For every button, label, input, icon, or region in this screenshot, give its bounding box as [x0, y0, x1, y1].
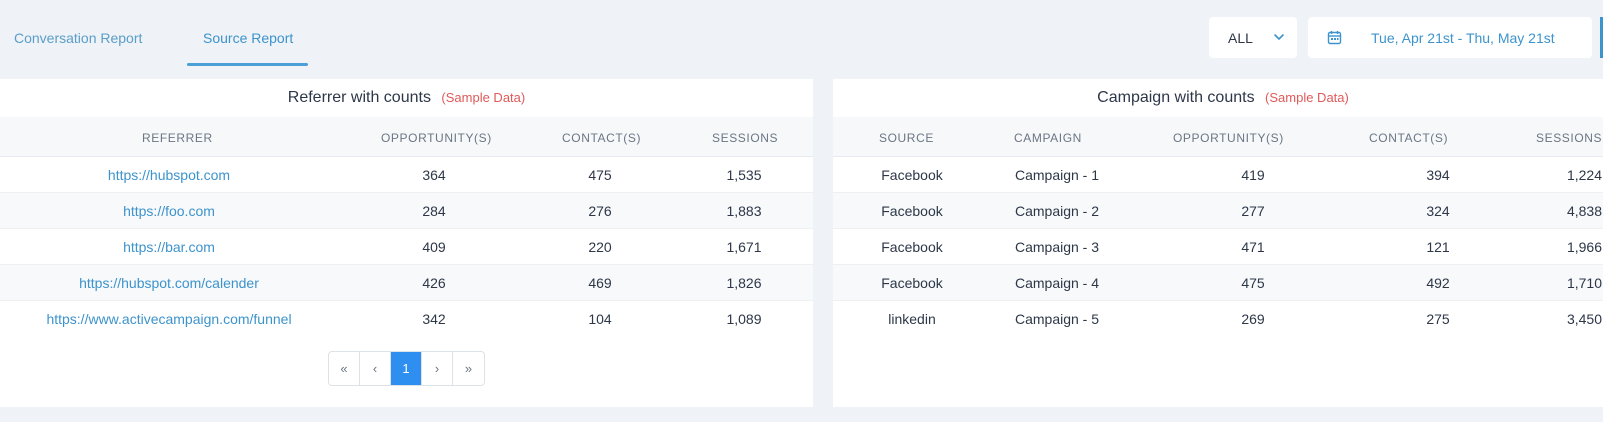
session-count: 1,826: [726, 275, 762, 291]
date-range-text: Tue, Apr 21st - Thu, May 21st: [1371, 30, 1555, 46]
opportunity-count: 475: [1241, 275, 1265, 291]
referrer-panel: Referrer with counts (Sample Data) REFER…: [0, 79, 813, 407]
opportunity-count: 269: [1241, 311, 1265, 327]
source-name: Facebook: [881, 167, 943, 183]
table-row: Facebook Campaign - 3 471 121 1,966: [833, 229, 1603, 265]
referrer-panel-title: Referrer with counts (Sample Data): [0, 89, 813, 107]
contact-count: 394: [1426, 167, 1450, 183]
referrer-link[interactable]: https://www.activecampaign.com/funnel: [0, 311, 338, 327]
source-name: Facebook: [881, 275, 943, 291]
opportunity-count: 284: [422, 203, 446, 219]
source-filter-dropdown[interactable]: ALL: [1209, 17, 1297, 58]
column-header-sessions[interactable]: SESSIONS: [1536, 131, 1602, 145]
table-row: https://foo.com 284 276 1,883: [0, 193, 813, 229]
tab-conversation-report[interactable]: Conversation Report: [14, 30, 142, 46]
referrer-link[interactable]: https://hubspot.com: [0, 167, 338, 183]
referrer-link[interactable]: https://hubspot.com/calender: [0, 275, 338, 291]
table-row: https://bar.com 409 220 1,671: [0, 229, 813, 265]
previous-page-button[interactable]: ‹: [360, 352, 391, 385]
column-header-campaign[interactable]: CAMPAIGN: [1014, 131, 1082, 145]
last-page-button[interactable]: »: [453, 352, 484, 385]
opportunity-count: 471: [1241, 239, 1265, 255]
session-count: 1,883: [726, 203, 762, 219]
table-row: linkedin Campaign - 5 269 275 3,450: [833, 301, 1603, 337]
contact-count: 275: [1426, 311, 1450, 327]
campaign-panel-title: Campaign with counts (Sample Data): [833, 89, 1603, 107]
pagination: « ‹ 1 › »: [328, 351, 485, 386]
session-count: 3,450: [1566, 311, 1602, 327]
source-name: Facebook: [881, 239, 943, 255]
active-tab-indicator: [187, 63, 308, 66]
table-row: https://www.activecampaign.com/funnel 34…: [0, 301, 813, 337]
table-row: Facebook Campaign - 1 419 394 1,224: [833, 157, 1603, 193]
first-page-button[interactable]: «: [329, 352, 360, 385]
opportunity-count: 342: [422, 311, 446, 327]
session-count: 1,089: [726, 311, 762, 327]
session-count: 1,966: [1566, 239, 1602, 255]
contact-count: 324: [1426, 203, 1450, 219]
referrer-link[interactable]: https://bar.com: [0, 239, 338, 255]
contact-count: 276: [588, 203, 612, 219]
opportunity-count: 419: [1241, 167, 1265, 183]
tab-source-report[interactable]: Source Report: [203, 30, 293, 46]
campaign-title-text: Campaign with counts: [1097, 89, 1255, 106]
campaign-name: Campaign - 3: [1014, 239, 1100, 255]
table-row: Facebook Campaign - 2 277 324 4,838: [833, 193, 1603, 229]
sample-data-note: (Sample Data): [441, 90, 526, 105]
column-header-contacts[interactable]: CONTACT(S): [562, 131, 641, 145]
column-header-opportunities[interactable]: OPPORTUNITY(S): [1173, 131, 1284, 145]
contact-count: 475: [588, 167, 612, 183]
campaign-panel: Campaign with counts (Sample Data) SOURC…: [833, 79, 1603, 407]
opportunity-count: 426: [422, 275, 446, 291]
sample-data-note: (Sample Data): [1265, 90, 1349, 105]
calendar-icon: [1327, 30, 1342, 50]
source-name: linkedin: [888, 311, 936, 327]
campaign-name: Campaign - 2: [1014, 203, 1100, 219]
table-row: Facebook Campaign - 4 475 492 1,710: [833, 265, 1603, 301]
session-count: 1,710: [1566, 275, 1602, 291]
source-name: Facebook: [881, 203, 943, 219]
session-count: 1,671: [726, 239, 762, 255]
contact-count: 121: [1426, 239, 1450, 255]
chevron-down-icon: [1272, 30, 1286, 49]
filter-selected-value: ALL: [1228, 29, 1253, 46]
campaign-name: Campaign - 4: [1014, 275, 1100, 291]
report-header: Conversation Report Source Report ALL Tu…: [0, 0, 1603, 78]
table-row: https://hubspot.com/calender 426 469 1,8…: [0, 265, 813, 301]
session-count: 1,224: [1566, 167, 1602, 183]
column-header-source[interactable]: SOURCE: [879, 131, 934, 145]
opportunity-count: 277: [1241, 203, 1265, 219]
table-row: https://hubspot.com 364 475 1,535: [0, 157, 813, 193]
column-header-contacts[interactable]: CONTACT(S): [1369, 131, 1448, 145]
contact-count: 469: [588, 275, 612, 291]
campaign-name: Campaign - 5: [1014, 311, 1100, 327]
campaign-table-header: SOURCE CAMPAIGN OPPORTUNITY(S) CONTACT(S…: [833, 117, 1603, 157]
contact-count: 220: [588, 239, 612, 255]
contact-count: 104: [588, 311, 612, 327]
referrer-title-text: Referrer with counts: [287, 89, 431, 106]
referrer-link[interactable]: https://foo.com: [0, 203, 338, 219]
next-page-button[interactable]: ›: [422, 352, 453, 385]
date-range-picker[interactable]: Tue, Apr 21st - Thu, May 21st: [1308, 17, 1592, 58]
column-header-referrer[interactable]: REFERRER: [142, 131, 213, 145]
contact-count: 492: [1426, 275, 1450, 291]
column-header-sessions[interactable]: SESSIONS: [712, 131, 778, 145]
session-count: 4,838: [1566, 203, 1602, 219]
referrer-table-header: REFERRER OPPORTUNITY(S) CONTACT(S) SESSI…: [0, 117, 813, 157]
campaign-name: Campaign - 1: [1014, 167, 1100, 183]
opportunity-count: 409: [422, 239, 446, 255]
current-page-button[interactable]: 1: [391, 352, 422, 385]
session-count: 1,535: [726, 167, 762, 183]
column-header-opportunities[interactable]: OPPORTUNITY(S): [381, 131, 492, 145]
opportunity-count: 364: [422, 167, 446, 183]
